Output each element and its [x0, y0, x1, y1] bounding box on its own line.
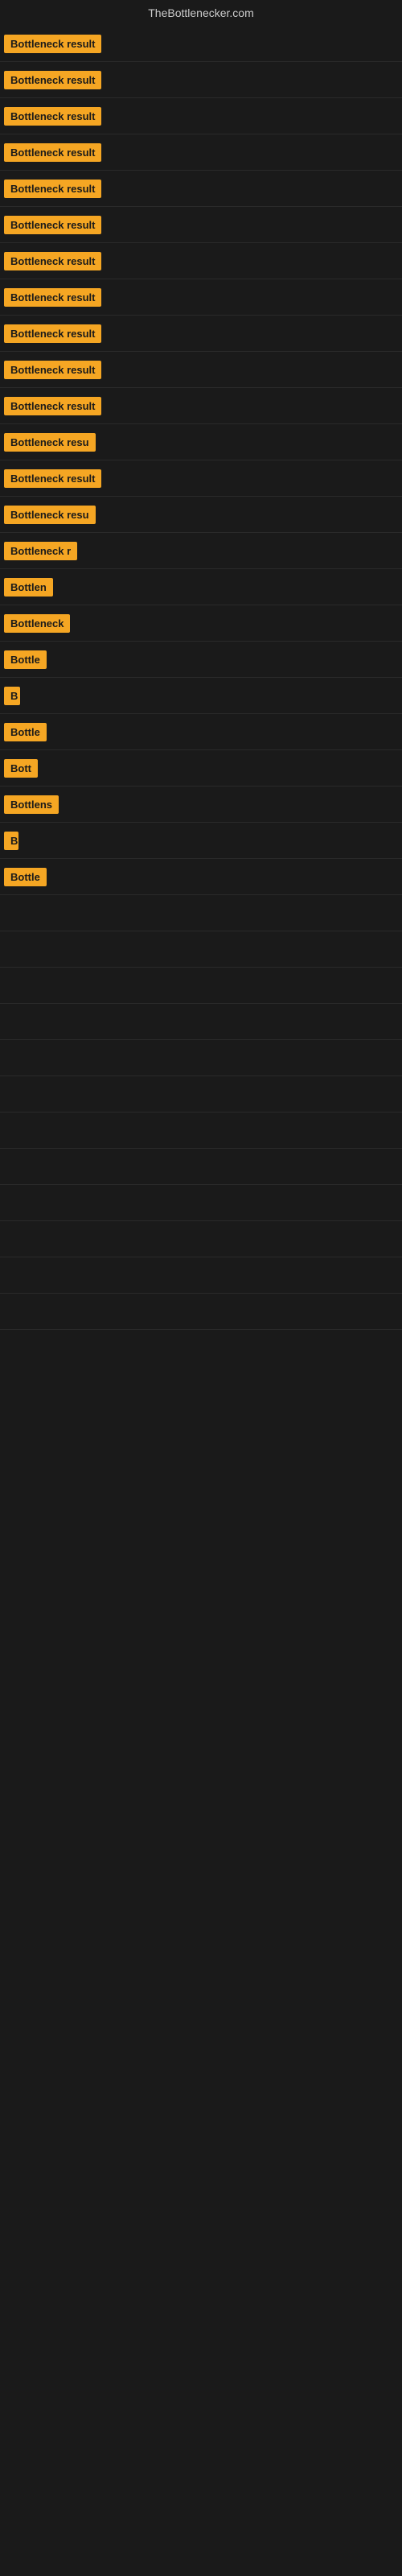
- table-row: Bottlens: [0, 786, 402, 823]
- bottleneck-badge[interactable]: Bottlens: [4, 795, 59, 814]
- table-row: B: [0, 678, 402, 714]
- bottleneck-badge[interactable]: Bottle: [4, 868, 47, 886]
- table-row: Bottleneck result: [0, 134, 402, 171]
- table-row: Bottleneck result: [0, 62, 402, 98]
- bottleneck-badge[interactable]: Bottleneck resu: [4, 433, 96, 452]
- table-row: Bottleneck resu: [0, 497, 402, 533]
- table-row: [0, 1040, 402, 1076]
- site-title: TheBottlenecker.com: [0, 0, 402, 26]
- bottleneck-badge[interactable]: Bottleneck result: [4, 143, 101, 162]
- table-row: [0, 931, 402, 968]
- table-row: Bottleneck: [0, 605, 402, 642]
- bottleneck-badge[interactable]: Bott: [4, 759, 38, 778]
- bottleneck-badge[interactable]: B: [4, 687, 20, 705]
- bottleneck-badge[interactable]: Bottle: [4, 723, 47, 741]
- table-row: Bottle: [0, 859, 402, 895]
- table-row: Bottleneck resu: [0, 424, 402, 460]
- bottleneck-badge[interactable]: Bottleneck: [4, 614, 70, 633]
- table-row: Bottleneck result: [0, 243, 402, 279]
- table-row: Bott: [0, 750, 402, 786]
- table-row: Bottleneck result: [0, 279, 402, 316]
- table-row: [0, 1149, 402, 1185]
- table-row: [0, 1294, 402, 1330]
- table-row: Bottleneck result: [0, 26, 402, 62]
- bottleneck-badge[interactable]: Bottle: [4, 650, 47, 669]
- table-row: Bottle: [0, 714, 402, 750]
- table-row: [0, 1004, 402, 1040]
- rows-container: Bottleneck result Bottleneck result Bottle…: [0, 26, 402, 1330]
- bottleneck-badge[interactable]: Bottleneck result: [4, 71, 101, 89]
- bottleneck-badge[interactable]: Bottleneck result: [4, 35, 101, 53]
- table-row: Bottleneck result: [0, 460, 402, 497]
- bottleneck-badge[interactable]: Bottleneck result: [4, 324, 101, 343]
- table-row: Bottlen: [0, 569, 402, 605]
- bottleneck-badge[interactable]: Bottleneck result: [4, 397, 101, 415]
- bottleneck-badge[interactable]: B: [4, 832, 18, 850]
- table-row: [0, 1257, 402, 1294]
- bottleneck-badge[interactable]: Bottleneck r: [4, 542, 77, 560]
- table-row: Bottleneck result: [0, 98, 402, 134]
- table-row: [0, 1113, 402, 1149]
- bottleneck-badge[interactable]: Bottleneck result: [4, 469, 101, 488]
- bottleneck-badge[interactable]: Bottleneck resu: [4, 506, 96, 524]
- table-row: Bottle: [0, 642, 402, 678]
- table-row: Bottleneck result: [0, 171, 402, 207]
- bottleneck-badge[interactable]: Bottleneck result: [4, 288, 101, 307]
- bottleneck-badge[interactable]: Bottleneck result: [4, 180, 101, 198]
- table-row: [0, 968, 402, 1004]
- table-row: B: [0, 823, 402, 859]
- bottleneck-badge[interactable]: Bottleneck result: [4, 107, 101, 126]
- table-row: Bottleneck result: [0, 316, 402, 352]
- bottleneck-badge[interactable]: Bottleneck result: [4, 361, 101, 379]
- table-row: [0, 895, 402, 931]
- table-row: [0, 1076, 402, 1113]
- bottleneck-badge[interactable]: Bottleneck result: [4, 252, 101, 270]
- table-row: [0, 1185, 402, 1221]
- bottleneck-badge[interactable]: Bottlen: [4, 578, 53, 597]
- site-header: TheBottlenecker.com: [0, 0, 402, 26]
- table-row: Bottleneck r: [0, 533, 402, 569]
- table-row: [0, 1221, 402, 1257]
- table-row: Bottleneck result: [0, 352, 402, 388]
- table-row: Bottleneck result: [0, 388, 402, 424]
- bottleneck-badge[interactable]: Bottleneck result: [4, 216, 101, 234]
- table-row: Bottleneck result: [0, 207, 402, 243]
